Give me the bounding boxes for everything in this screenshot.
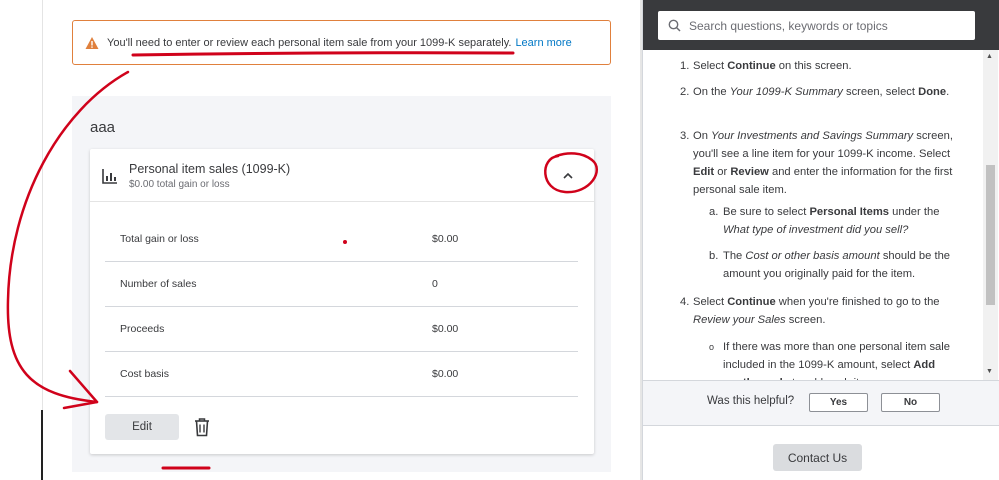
bullet-icon: o [709,342,715,352]
step-number: 2. [680,86,690,98]
row-proceeds: Proceeds $0.00 [105,307,578,352]
alert-text: You'll need to enter or review each pers… [107,36,512,49]
feedback-question: Was this helpful? [707,395,795,407]
main-content: You'll need to enter or review each pers… [43,0,640,480]
help-step-2: On the Your 1099-K Summary screen, selec… [693,86,950,98]
row-value: 0 [432,278,438,290]
warning-alert: You'll need to enter or review each pers… [72,20,611,65]
help-step-3b: The Cost or other basis amount should be… [723,250,951,280]
help-step-3a: Be sure to select Personal Items under t… [723,206,940,236]
card-header: Personal item sales (1099-K) $0.00 total… [90,149,594,202]
section-title: aaa [90,119,116,136]
warning-icon [85,36,99,49]
step-number: b. [709,250,719,262]
edit-button[interactable]: Edit [105,414,179,440]
help-search-input[interactable]: Search questions, keywords or topics [658,11,975,40]
help-article: 1. Select Continue on this screen. 2. On… [643,50,984,380]
step-number: 3. [680,130,690,142]
scroll-up-icon[interactable]: ▲ [986,53,993,60]
help-panel: Search questions, keywords or topics 1. … [642,0,999,480]
row-number-of-sales: Number of sales 0 [105,262,578,307]
screen: You'll need to enter or review each pers… [0,0,999,480]
no-button[interactable]: No [881,393,940,412]
contact-us-button[interactable]: Contact Us [773,444,862,471]
step-number: 1. [680,60,690,72]
row-value: $0.00 [432,233,459,245]
row-label: Number of sales [120,278,197,290]
card-subtitle: $0.00 total gain or loss [129,179,230,190]
help-scrollbar[interactable]: ▲ ▼ [983,50,998,380]
trash-icon[interactable] [193,417,211,437]
row-label: Proceeds [120,323,165,335]
step-number: 4. [680,296,690,308]
scroll-down-icon[interactable]: ▼ [986,368,993,375]
scroll-thumb[interactable] [986,165,995,305]
help-step-1: Select Continue on this screen. [693,60,852,72]
help-step-3: On Your Investments and Savings Summary … [693,130,953,196]
step-number: a. [709,206,719,218]
feedback-bar: Was this helpful? Yes No [643,380,999,426]
row-label: Cost basis [120,368,170,380]
search-placeholder: Search questions, keywords or topics [689,18,888,33]
help-step-4-bullet: If there was more than one personal item… [723,341,950,380]
row-value: $0.00 [432,368,459,380]
personal-item-sales-card: Personal item sales (1099-K) $0.00 total… [90,149,594,454]
row-cost-basis: Cost basis $0.00 [105,352,578,397]
row-total-gain: Total gain or loss $0.00 [105,217,578,262]
row-label: Total gain or loss [120,233,199,245]
row-value: $0.00 [432,323,459,335]
help-header: Search questions, keywords or topics [643,0,999,50]
search-icon [668,19,681,32]
sales-section: aaa Personal item sales (1099-K) $0.00 t… [72,96,611,472]
collapse-button[interactable] [558,166,578,186]
bar-chart-icon [102,169,117,184]
yes-button[interactable]: Yes [809,393,868,412]
learn-more-link[interactable]: Learn more [515,37,571,49]
left-margin [0,0,42,480]
chevron-up-icon [563,173,573,179]
card-title: Personal item sales (1099-K) [129,162,291,176]
help-step-4: Select Continue when you're finished to … [693,296,940,326]
